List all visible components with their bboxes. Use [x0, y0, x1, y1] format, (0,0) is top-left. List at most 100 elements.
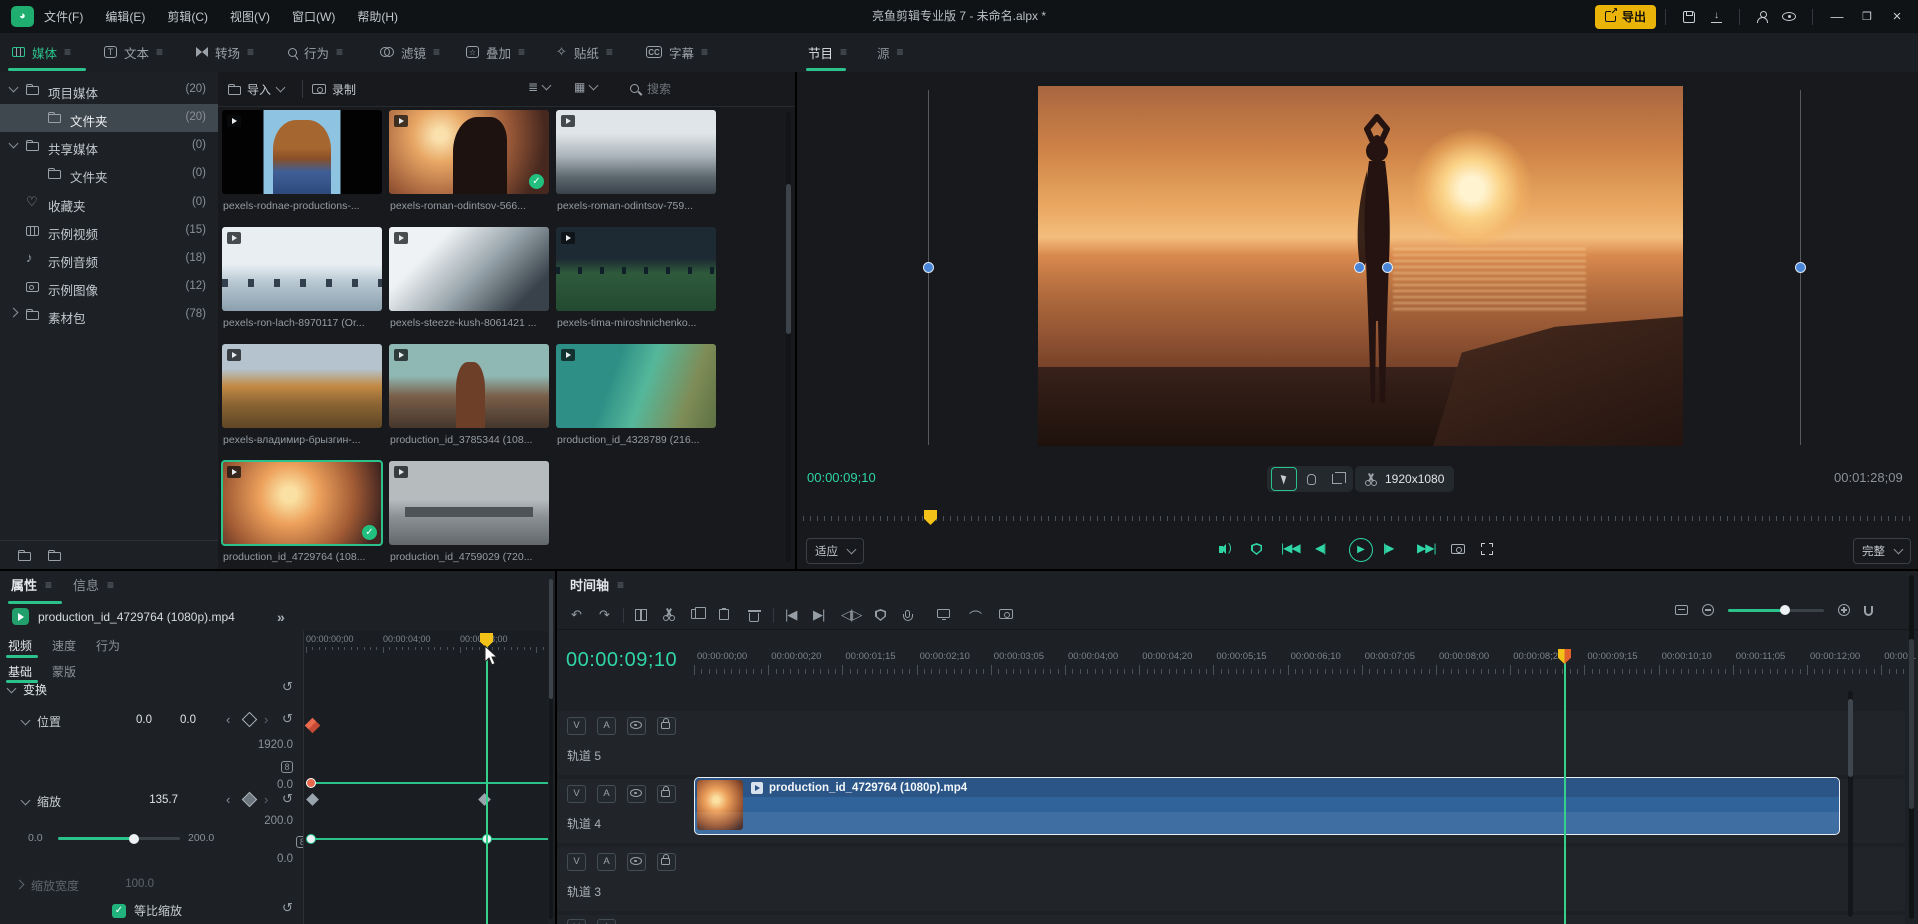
properties-menu-icon[interactable]: ≡	[45, 578, 52, 592]
sidebar-item-1[interactable]: 文件夹(20)	[0, 104, 218, 132]
position-height-value[interactable]: 0.0	[233, 779, 293, 791]
media-item-6[interactable]: pexels-владимир-брызгин-...	[222, 344, 384, 456]
transform-handle-right[interactable]	[1795, 262, 1806, 273]
eye-icon[interactable]	[1782, 12, 1796, 21]
timeline-clip[interactable]: production_id_4729764 (1080p).mp4	[694, 777, 1840, 835]
screen-record-icon[interactable]	[937, 609, 950, 618]
position-curve-point[interactable]	[306, 778, 316, 788]
preview-scrub-bar[interactable]	[797, 508, 1918, 532]
scale-collapse-icon[interactable]	[21, 795, 31, 805]
media-thumbnail[interactable]	[556, 110, 716, 194]
menu-item-0[interactable]: 文件(F)	[44, 8, 83, 25]
preview-playhead[interactable]	[924, 510, 937, 525]
scale-width-collapse-icon[interactable]	[15, 879, 25, 889]
audio-toggle[interactable]: A	[597, 717, 616, 735]
search-box[interactable]: 搜索	[630, 80, 671, 97]
scale-keyframe-2[interactable]	[478, 793, 491, 806]
sidebar-item-0[interactable]: 项目媒体(20)	[0, 76, 218, 104]
tab-filter[interactable]: 滤镜≡	[380, 33, 440, 71]
media-item-1[interactable]: ✓pexels-roman-odintsov-566...	[389, 110, 551, 222]
tab-overlay[interactable]: ☆叠加≡	[466, 33, 525, 71]
hand-tool-button[interactable]	[1299, 468, 1323, 490]
scale-slider[interactable]	[58, 837, 180, 840]
fit-dropdown[interactable]: 适应	[806, 538, 864, 564]
media-thumbnail[interactable]: ✓	[222, 461, 382, 545]
position-link-icon[interactable]: 8	[281, 761, 293, 773]
tab-options-icon[interactable]: ≡	[701, 45, 708, 59]
snapshot-icon[interactable]	[999, 609, 1013, 619]
undo-icon[interactable]: ↶	[571, 607, 581, 623]
pointer-tool-button[interactable]	[1271, 467, 1297, 491]
eye-icon[interactable]	[627, 717, 646, 735]
scale-reset-icon[interactable]: ↺	[282, 791, 293, 807]
tab-options-icon[interactable]: ≡	[433, 45, 440, 59]
timeline-ruler[interactable]: 00:00:00;0000:00:00;2000:00:01;1500:00:0…	[557, 643, 1918, 683]
tab-timeline[interactable]: 时间轴 ≡	[570, 575, 624, 594]
next-frame-icon[interactable]: |▶	[1383, 541, 1393, 555]
quality-dropdown[interactable]: 完整	[1853, 538, 1911, 564]
timeline-zoom-knob[interactable]	[1780, 605, 1790, 615]
video-toggle[interactable]: V	[567, 717, 586, 735]
media-item-7[interactable]: production_id_3785344 (108...	[389, 344, 551, 456]
source-menu-icon[interactable]: ≡	[897, 45, 904, 59]
video-toggle[interactable]: V	[567, 853, 586, 871]
account-icon[interactable]	[1756, 11, 1768, 23]
media-item-4[interactable]: pexels-steeze-kush-8061421 ...	[389, 227, 551, 339]
scale-slider-knob[interactable]	[129, 834, 139, 844]
audio-toggle[interactable]: A	[597, 919, 616, 924]
menu-item-5[interactable]: 帮助(H)	[357, 8, 398, 25]
fit-timeline-icon[interactable]	[1675, 605, 1688, 615]
play-icon[interactable]: ▶	[1349, 538, 1373, 562]
menu-item-1[interactable]: 编辑(E)	[105, 8, 145, 25]
sidebar-item-6[interactable]: ♪示例音频(18)	[0, 245, 218, 273]
position-prev-keyframe-icon[interactable]: ‹	[226, 712, 230, 727]
download-icon[interactable]: ↓	[1711, 11, 1722, 23]
expander-down-icon[interactable]	[9, 83, 19, 93]
audio-toggle[interactable]: A	[597, 853, 616, 871]
eye-icon[interactable]	[627, 853, 646, 871]
minimize-icon[interactable]: —	[1822, 9, 1852, 24]
tab-program[interactable]: 节目 ≡	[808, 33, 847, 71]
position-next-keyframe-icon[interactable]: ›	[264, 712, 268, 727]
tab-options-icon[interactable]: ≡	[518, 45, 525, 59]
expand-properties-icon[interactable]: »	[277, 609, 285, 625]
eye-icon[interactable]	[627, 785, 646, 803]
tab-options-icon[interactable]: ≡	[606, 45, 613, 59]
position-collapse-icon[interactable]	[21, 715, 31, 725]
media-thumbnail[interactable]: ✓	[389, 110, 549, 194]
video-toggle[interactable]: V	[567, 919, 586, 924]
trim-icon[interactable]: ◁|▷	[841, 607, 861, 623]
lock-icon[interactable]	[657, 717, 676, 735]
media-item-10[interactable]: production_id_4759029 (720...	[389, 461, 551, 573]
menu-item-4[interactable]: 窗口(W)	[292, 8, 335, 25]
resolution-chip[interactable]: 1920x1080	[1355, 466, 1454, 492]
copy-icon[interactable]	[691, 609, 700, 619]
to-start-icon[interactable]: |◀◀	[1281, 541, 1300, 555]
import-button[interactable]: 导入	[224, 78, 288, 100]
expander-right-icon[interactable]	[9, 308, 19, 318]
tab-text[interactable]: T文本≡	[104, 33, 163, 71]
media-item-8[interactable]: production_id_4328789 (216...	[556, 344, 718, 456]
sidebar-item-5[interactable]: 示例视频(15)	[0, 217, 218, 245]
next-edit-icon[interactable]: ▶|	[813, 607, 824, 623]
tab-options-icon[interactable]: ≡	[156, 45, 163, 59]
lock-icon[interactable]	[657, 853, 676, 871]
properties-tab-0[interactable]: 视频	[8, 637, 32, 654]
lock-icon[interactable]	[657, 785, 676, 803]
scale-curve-point-1[interactable]	[306, 834, 316, 844]
import-folder-icon[interactable]	[48, 552, 61, 561]
media-thumbnail[interactable]	[389, 344, 549, 428]
sidebar-item-3[interactable]: 文件夹(0)	[0, 160, 218, 188]
section-transform[interactable]: 变换	[8, 681, 47, 698]
media-thumbnail[interactable]	[556, 227, 716, 311]
record-button[interactable]: 录制	[312, 78, 356, 100]
tab-behavior[interactable]: 行为≡	[288, 33, 343, 71]
zoom-out-icon[interactable]	[1702, 604, 1714, 616]
properties-tab-1[interactable]: 速度	[52, 637, 76, 654]
properties-tab-2[interactable]: 行为	[96, 637, 120, 654]
media-thumbnail[interactable]	[222, 227, 382, 311]
keyframe-graph[interactable]: 00:00:00;0000:00:04;0000:00:08;00	[303, 631, 548, 924]
delete-icon[interactable]	[749, 613, 759, 622]
tab-options-icon[interactable]: ≡	[336, 45, 343, 59]
expander-down-icon[interactable]	[9, 139, 19, 149]
